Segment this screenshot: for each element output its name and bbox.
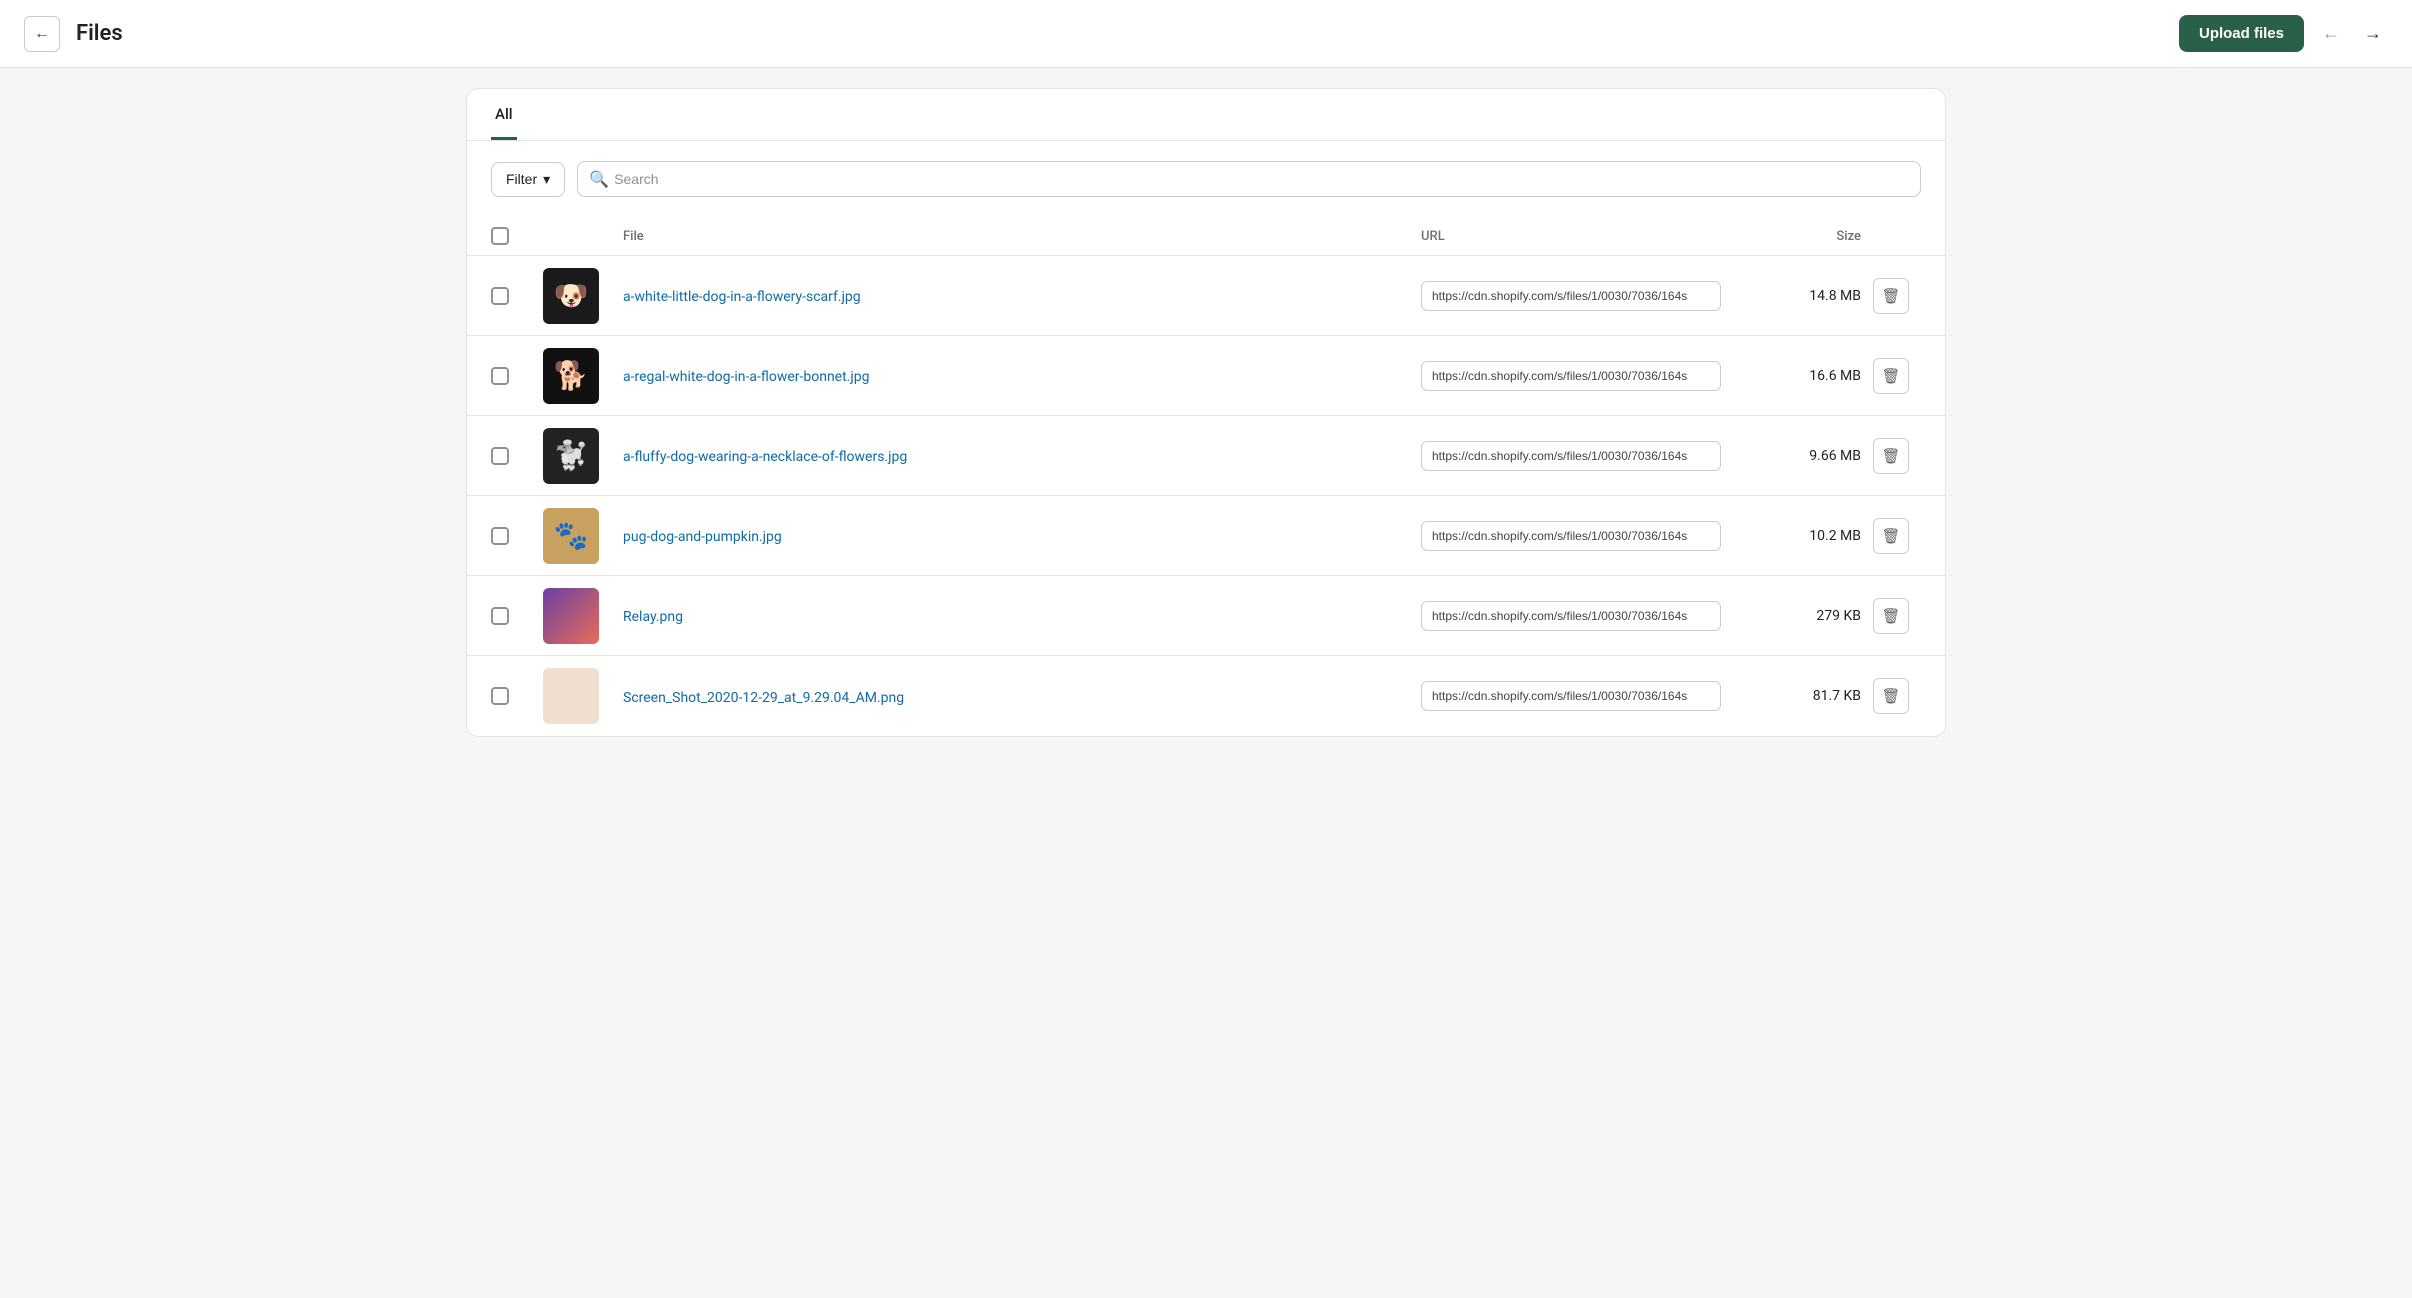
top-bar-left: ← Files (24, 16, 123, 52)
row-5-file-link[interactable]: Screen_Shot_2020-12-29_at_9.29.04_AM.png (623, 690, 904, 706)
row-0-file-name: a-white-little-dog-in-a-flowery-scarf.jp… (623, 286, 1421, 305)
row-5-checkbox-cell (491, 687, 543, 705)
row-2-checkbox-cell (491, 447, 543, 465)
row-4-delete-cell: 🗑 (1861, 598, 1921, 634)
back-button[interactable]: ← (24, 16, 60, 52)
upload-files-button[interactable]: Upload files (2179, 15, 2304, 52)
nav-forward-button[interactable]: → (2358, 19, 2388, 48)
row-5-url-input[interactable] (1421, 681, 1721, 711)
row-0-size: 14.8 MB (1741, 288, 1861, 304)
row-4-file-name: Relay.png (623, 606, 1421, 625)
table-row: 🐩 a-fluffy-dog-wearing-a-necklace-of-flow… (467, 416, 1945, 496)
row-3-delete-cell: 🗑 (1861, 518, 1921, 554)
row-0-delete-button[interactable]: 🗑 (1873, 278, 1909, 314)
row-2-file-name: a-fluffy-dog-wearing-a-necklace-of-flowe… (623, 446, 1421, 465)
page-title: Files (76, 21, 123, 46)
row-1-file-link[interactable]: a-regal-white-dog-in-a-flower-bonnet.jpg (623, 369, 869, 385)
row-5-file-name: Screen_Shot_2020-12-29_at_9.29.04_AM.png (623, 687, 1421, 706)
row-5-thumb-cell (543, 668, 623, 724)
toolbar: Filter ▾ 🔍 (467, 141, 1945, 217)
row-2-checkbox[interactable] (491, 447, 509, 465)
row-1-url-input[interactable] (1421, 361, 1721, 391)
row-0-delete-cell: 🗑 (1861, 278, 1921, 314)
search-icon: 🔍 (589, 170, 609, 189)
row-4-file-link[interactable]: Relay.png (623, 609, 683, 625)
table-row: 🐶 a-white-little-dog-in-a-flowery-scarf.j… (467, 256, 1945, 336)
top-bar: ← Files Upload files ← → (0, 0, 2412, 68)
column-url: URL (1421, 229, 1741, 244)
row-1-thumbnail: 🐕 (543, 348, 599, 404)
row-3-file-name: pug-dog-and-pumpkin.jpg (623, 526, 1421, 545)
back-icon: ← (34, 25, 50, 43)
row-2-thumb-cell: 🐩 (543, 428, 623, 484)
row-0-file-link[interactable]: a-white-little-dog-in-a-flowery-scarf.jp… (623, 289, 861, 305)
header-checkbox-cell (491, 227, 543, 245)
row-1-checkbox[interactable] (491, 367, 509, 385)
row-1-url-cell (1421, 361, 1741, 391)
tab-all[interactable]: All (491, 89, 517, 140)
row-3-checkbox[interactable] (491, 527, 509, 545)
select-all-checkbox[interactable] (491, 227, 509, 245)
row-0-url-cell (1421, 281, 1741, 311)
row-4-thumbnail (543, 588, 599, 644)
row-2-delete-button[interactable]: 🗑 (1873, 438, 1909, 474)
row-2-file-link[interactable]: a-fluffy-dog-wearing-a-necklace-of-flowe… (623, 449, 907, 465)
main-content: All Filter ▾ 🔍 File URL Size 🐶 a-white-li… (466, 88, 1946, 737)
row-5-checkbox[interactable] (491, 687, 509, 705)
table-row: 🐾 pug-dog-and-pumpkin.jpg 10.2 MB 🗑 (467, 496, 1945, 576)
row-3-file-link[interactable]: pug-dog-and-pumpkin.jpg (623, 529, 782, 545)
row-3-thumbnail: 🐾 (543, 508, 599, 564)
row-4-thumb-cell (543, 588, 623, 644)
row-4-size: 279 KB (1741, 608, 1861, 624)
row-2-delete-cell: 🗑 (1861, 438, 1921, 474)
row-5-url-cell (1421, 681, 1741, 711)
nav-back-button[interactable]: ← (2316, 19, 2346, 48)
search-wrapper: 🔍 (577, 161, 1921, 197)
tabs-bar: All (467, 89, 1945, 141)
table-row: Screen_Shot_2020-12-29_at_9.29.04_AM.png… (467, 656, 1945, 736)
row-1-delete-button[interactable]: 🗑 (1873, 358, 1909, 394)
row-4-checkbox[interactable] (491, 607, 509, 625)
row-0-checkbox-cell (491, 287, 543, 305)
column-size: Size (1741, 229, 1861, 244)
row-3-delete-button[interactable]: 🗑 (1873, 518, 1909, 554)
table-row: 🐕 a-regal-white-dog-in-a-flower-bonnet.jp… (467, 336, 1945, 416)
row-5-size: 81.7 KB (1741, 688, 1861, 704)
row-0-url-input[interactable] (1421, 281, 1721, 311)
filter-label: Filter (506, 171, 537, 187)
row-4-checkbox-cell (491, 607, 543, 625)
column-file: File (623, 229, 1421, 244)
row-5-thumbnail (543, 668, 599, 724)
filter-chevron-icon: ▾ (543, 171, 550, 188)
row-3-url-input[interactable] (1421, 521, 1721, 551)
row-3-url-cell (1421, 521, 1741, 551)
row-2-url-cell (1421, 441, 1741, 471)
row-2-size: 9.66 MB (1741, 448, 1861, 464)
row-0-thumbnail: 🐶 (543, 268, 599, 324)
search-input[interactable] (577, 161, 1921, 197)
row-4-url-cell (1421, 601, 1741, 631)
row-4-delete-button[interactable]: 🗑 (1873, 598, 1909, 634)
row-0-checkbox[interactable] (491, 287, 509, 305)
table-body: 🐶 a-white-little-dog-in-a-flowery-scarf.j… (467, 256, 1945, 736)
row-5-delete-cell: 🗑 (1861, 678, 1921, 714)
top-bar-right: Upload files ← → (2179, 15, 2388, 52)
table-header: File URL Size (467, 217, 1945, 256)
row-1-delete-cell: 🗑 (1861, 358, 1921, 394)
row-3-thumb-cell: 🐾 (543, 508, 623, 564)
row-5-delete-button[interactable]: 🗑 (1873, 678, 1909, 714)
row-3-checkbox-cell (491, 527, 543, 545)
row-4-url-input[interactable] (1421, 601, 1721, 631)
filter-button[interactable]: Filter ▾ (491, 162, 565, 197)
table-row: Relay.png 279 KB 🗑 (467, 576, 1945, 656)
row-2-thumbnail: 🐩 (543, 428, 599, 484)
row-1-file-name: a-regal-white-dog-in-a-flower-bonnet.jpg (623, 366, 1421, 385)
row-3-size: 10.2 MB (1741, 528, 1861, 544)
row-0-thumb-cell: 🐶 (543, 268, 623, 324)
row-1-size: 16.6 MB (1741, 368, 1861, 384)
row-1-checkbox-cell (491, 367, 543, 385)
row-2-url-input[interactable] (1421, 441, 1721, 471)
row-1-thumb-cell: 🐕 (543, 348, 623, 404)
